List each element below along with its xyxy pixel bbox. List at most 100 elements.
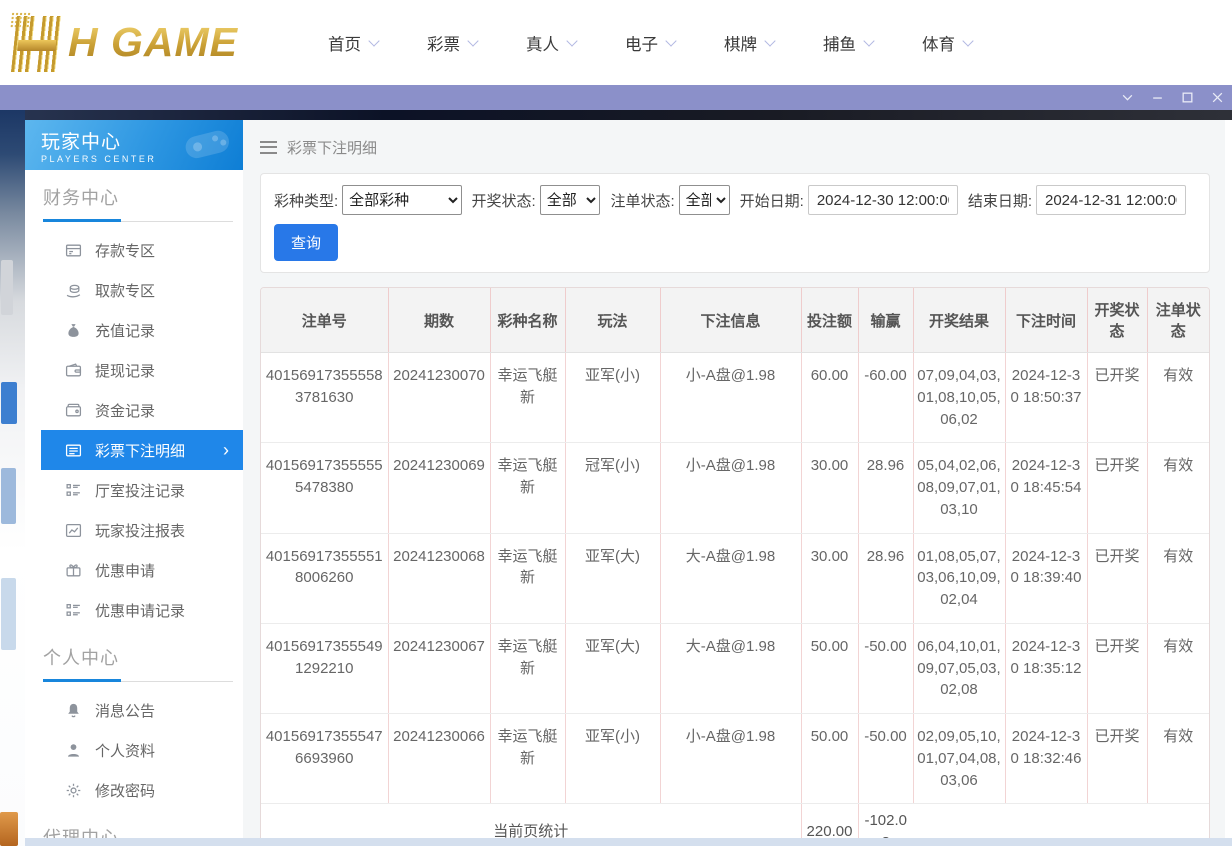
nav-item-6[interactable]: 体育 [922, 31, 972, 55]
window-collapse-icon[interactable] [1121, 91, 1134, 104]
sidebar-menu: 财务中心存款专区取款专区充值记录提现记录资金记录彩票下注明细›厅室投注记录玩家投… [25, 170, 243, 838]
end-date-input[interactable] [1036, 185, 1186, 215]
logo[interactable]: H GAME [12, 14, 280, 72]
table-row: 40156917355547669396020241230066幸运飞艇新亚军(… [261, 714, 1209, 804]
column-header: 输赢 [858, 288, 913, 353]
site-header: H GAME 首页 彩票 真人 电子 棋牌 捕鱼 体育 [0, 0, 1232, 85]
sidebar-item-label: 玩家投注报表 [95, 520, 185, 541]
table-cell: 06,04,10,01,09,07,05,03,02,08 [913, 623, 1005, 713]
column-header: 投注额 [801, 288, 858, 353]
table-cell: 05,04,02,06,08,09,07,01,03,10 [913, 443, 1005, 533]
nav-item-label: 真人 [526, 31, 559, 55]
sidebar-item[interactable]: 个人资料 [25, 730, 243, 770]
sidebar-item-label: 修改密码 [95, 780, 155, 801]
sidebar-section-title: 代理中心 [25, 810, 243, 838]
user-icon [65, 742, 82, 759]
filter-panel: 彩种类型: 全部彩种 开奖状态: 全部 注单状态: 全部 开始日期: 结束日期:… [260, 173, 1210, 273]
sidebar-item[interactable]: 提现记录 [25, 350, 243, 390]
sidebar-item[interactable]: 优惠申请 [25, 550, 243, 590]
hamburger-icon[interactable] [260, 141, 277, 154]
sidebar-item[interactable]: 资金记录 [25, 390, 243, 430]
chevron-down-icon [467, 35, 478, 46]
sidebar-item[interactable]: 消息公告 [25, 690, 243, 730]
table-cell: 02,09,05,10,01,07,04,08,03,06 [913, 714, 1005, 804]
table-cell: 幸运飞艇新 [490, 353, 565, 443]
sidebar-item[interactable]: 存款专区 [25, 230, 243, 270]
draw-status-select[interactable]: 全部 [540, 185, 601, 215]
cashout-icon [65, 362, 82, 379]
logo-mark-icon [9, 14, 67, 72]
nav-item-2[interactable]: 真人 [526, 31, 576, 55]
nav-item-4[interactable]: 棋牌 [724, 31, 774, 55]
table-cell: 401569173555491292210 [261, 623, 388, 713]
window-right-edge [1225, 120, 1232, 838]
table-cell: 亚军(大) [565, 623, 660, 713]
table-cell: 小-A盘@1.98 [660, 443, 801, 533]
nav-item-3[interactable]: 电子 [625, 31, 675, 55]
order-status-select[interactable]: 全部 [679, 185, 730, 215]
deposit-icon [65, 242, 82, 259]
table-cell: 亚军(小) [565, 714, 660, 804]
table-cell: 2024-12-30 18:50:37 [1005, 353, 1087, 443]
report-icon [65, 522, 82, 539]
table-cell: 2024-12-30 18:35:12 [1005, 623, 1087, 713]
column-header: 下注信息 [660, 288, 801, 353]
chevron-down-icon [863, 35, 874, 46]
bell-icon [65, 702, 82, 719]
app-window: H GAME 首页彩票真人电子棋牌捕鱼体育 玩家中心 PLAYERS CENT [0, 0, 1232, 846]
nav-item-5[interactable]: 捕鱼 [823, 31, 873, 55]
column-header: 期数 [388, 288, 490, 353]
table-cell: 已开奖 [1087, 623, 1147, 713]
table-cell: 30.00 [801, 443, 858, 533]
sidebar-item[interactable]: 取款专区 [25, 270, 243, 310]
lottery-type-select[interactable]: 全部彩种 [342, 185, 461, 215]
nav-item-0[interactable]: 首页 [328, 31, 378, 55]
end-date-label: 结束日期: [968, 190, 1032, 211]
main-content: 彩票下注明细 彩种类型: 全部彩种 开奖状态: 全部 注单状态: 全部 开始日期… [243, 120, 1225, 838]
nav-item-label: 电子 [625, 31, 658, 55]
table-cell: 亚军(大) [565, 533, 660, 623]
table-cell: 已开奖 [1087, 443, 1147, 533]
table-cell: 大-A盘@1.98 [660, 533, 801, 623]
table-cell: 幸运飞艇新 [490, 714, 565, 804]
nav-item-label: 捕鱼 [823, 31, 856, 55]
query-button[interactable]: 查询 [274, 224, 338, 261]
table-cell: 亚军(小) [565, 353, 660, 443]
page-title: 彩票下注明细 [287, 137, 377, 158]
gear-icon [65, 782, 82, 799]
sidebar-item[interactable]: 优惠申请记录 [25, 590, 243, 630]
column-header: 彩种名称 [490, 288, 565, 353]
table-header-row: 注单号期数彩种名称玩法下注信息投注额输赢开奖结果下注时间开奖状态注单状态 [261, 288, 1209, 353]
table-cell: 20241230066 [388, 714, 490, 804]
sidebar-item[interactable]: 厅室投注记录 [25, 470, 243, 510]
sidebar-item[interactable]: 玩家投注报表 [25, 510, 243, 550]
nav-item-label: 彩票 [427, 31, 460, 55]
window-maximize-icon[interactable] [1181, 91, 1194, 104]
chevron-down-icon [764, 35, 775, 46]
nav-item-1[interactable]: 彩票 [427, 31, 477, 55]
chevron-down-icon [962, 35, 973, 46]
page-banner-strip [25, 110, 1232, 120]
window-minimize-icon[interactable] [1151, 91, 1164, 104]
sidebar-item-label: 彩票下注明细 [95, 440, 185, 461]
sidebar-item[interactable]: 彩票下注明细› [41, 430, 243, 470]
funds-icon [65, 402, 82, 419]
table-cell: 幸运飞艇新 [490, 443, 565, 533]
sidebar-item[interactable]: 充值记录 [25, 310, 243, 350]
table-cell: 20241230067 [388, 623, 490, 713]
sidebar-header: 玩家中心 PLAYERS CENTER [25, 120, 243, 170]
window-close-icon[interactable] [1211, 91, 1224, 104]
table-cell: 01,08,05,07,03,06,10,09,02,04 [913, 533, 1005, 623]
table-row: 40156917355555547838020241230069幸运飞艇新冠军(… [261, 443, 1209, 533]
table-cell: 30.00 [801, 533, 858, 623]
table-cell: 小-A盘@1.98 [660, 353, 801, 443]
table-cell: 401569173555555478380 [261, 443, 388, 533]
table-cell: 已开奖 [1087, 714, 1147, 804]
sidebar-item-label: 优惠申请 [95, 560, 155, 581]
table-cell: -50.00 [858, 623, 913, 713]
column-header: 下注时间 [1005, 288, 1087, 353]
sidebar-item[interactable]: 修改密码 [25, 770, 243, 810]
summary-cell: 220.00 [801, 804, 858, 838]
start-date-input[interactable] [808, 185, 958, 215]
window-titlebar [0, 85, 1232, 110]
